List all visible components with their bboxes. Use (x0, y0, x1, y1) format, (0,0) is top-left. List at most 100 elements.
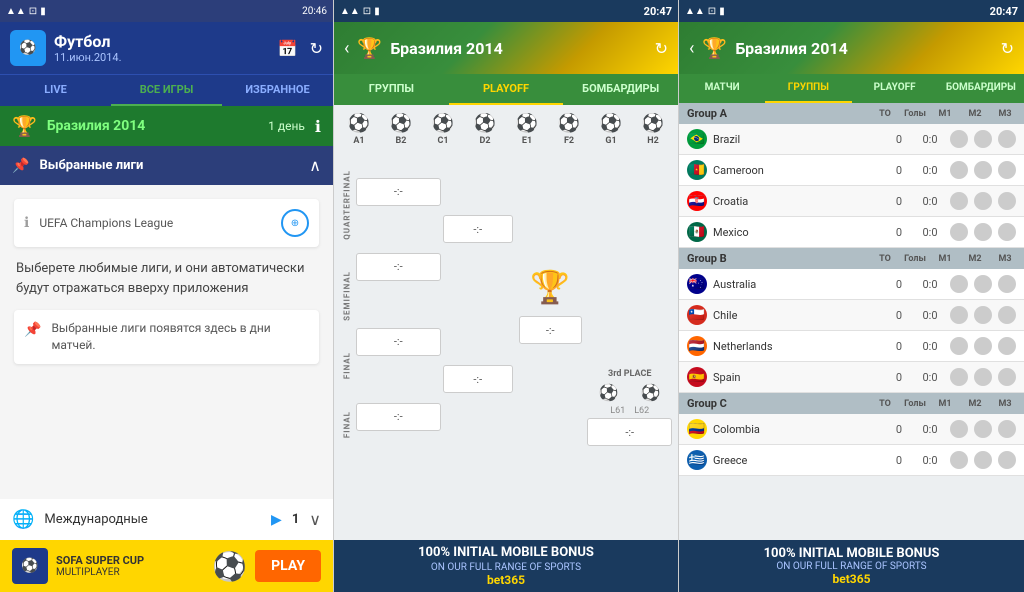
tab-all-games[interactable]: ВСЕ ИГРЫ (111, 75, 222, 106)
match-dot (950, 223, 968, 241)
panel3-ad-footer: 100% INITIAL MOBILE BONUS ON OUR FULL RA… (679, 540, 1024, 592)
seed-g1: ⚽ G1 (600, 113, 622, 146)
match-dot (950, 192, 968, 210)
wifi-icon-2: ⊡ (363, 6, 371, 17)
league-list-item[interactable]: ℹ UEFA Champions League ⊕ (14, 199, 319, 247)
refresh-icon[interactable]: ↻ (310, 39, 323, 58)
play-arrow-icon[interactable]: ▶ (271, 512, 282, 528)
match-dot (974, 275, 992, 293)
refresh-icon-2[interactable]: ↻ (655, 39, 668, 58)
panel-bracket: ▲▲ ⊡ ▮ 20:47 ‹ 🏆 Бразилия 2014 ↻ ГРУППЫ … (333, 0, 678, 592)
panel2-header: ‹ 🏆 Бразилия 2014 ↻ (334, 22, 678, 74)
match-dot (950, 161, 968, 179)
match-dot (974, 223, 992, 241)
tab-scorers-3[interactable]: БОМБАРДИРЫ (938, 74, 1024, 103)
match-dot (998, 161, 1016, 179)
tab-groups-3[interactable]: ГРУППЫ (765, 74, 851, 103)
qf-match-2: -:- (356, 253, 441, 281)
match-dot (950, 306, 968, 324)
match-dot (950, 275, 968, 293)
tab-playoff-3[interactable]: PLAYOFF (852, 74, 938, 103)
tab-favorites[interactable]: ИЗБРАННОЕ (222, 75, 333, 106)
chevron-down-icon[interactable]: ∨ (309, 510, 321, 529)
globe-icon: 🌐 (12, 509, 34, 530)
info-icon[interactable]: ℹ (315, 117, 321, 136)
footer-line2: MULTIPLAYER (56, 567, 204, 578)
info-circle-icon: ℹ (24, 215, 29, 231)
qf-match-4: -:- (356, 403, 441, 431)
battery-icon: ▮ (40, 6, 46, 17)
panel-home: ▲▲ ⊡ ▮ 20:46 ⚽ Футбол 11.июн.2014. 📅 ↻ L… (0, 0, 333, 592)
tip-pin-icon: 📌 (24, 320, 41, 338)
tab-playoff[interactable]: PLAYOFF (449, 74, 564, 105)
match-dot (974, 337, 992, 355)
match-dot (950, 130, 968, 148)
tab-scorers[interactable]: БОМБАРДИРЫ (563, 74, 678, 105)
league-day: 1 день (268, 119, 305, 133)
table-row: 🇳🇱 Netherlands 0 0:0 (679, 331, 1024, 362)
tip-text: Выбранные лиги появятся здесь в дни матч… (51, 320, 309, 354)
league-name: Бразилия 2014 (47, 118, 254, 134)
stage-final2: FINAL (340, 411, 354, 438)
bracket-area: ⚽ A1 ⚽ B2 ⚽ C1 ⚽ D2 ⚽ E1 ⚽ F2 (334, 105, 678, 540)
match-dot (998, 451, 1016, 469)
match-dot (974, 451, 992, 469)
loser-ball-1: ⚽ (599, 383, 619, 402)
international-label: Международные (44, 512, 261, 527)
table-row: 🇦🇺 Australia 0 0:0 (679, 269, 1024, 300)
seed-a1: ⚽ A1 (348, 113, 370, 146)
signal-icon-3: ▲▲ (685, 6, 705, 17)
ad-line2: ON OUR FULL RANGE OF SPORTS (418, 562, 594, 573)
ad-line1: 100% INITIAL MOBILE BONUS (418, 545, 594, 562)
table-row: 🇪🇸 Spain 0 0:0 (679, 362, 1024, 393)
chevron-up-icon[interactable]: ∧ (309, 156, 321, 175)
refresh-icon-3[interactable]: ↻ (1001, 39, 1014, 58)
flag-chile: 🇨🇱 (687, 305, 707, 325)
soccer-ball-icon: ⚽ (212, 550, 247, 583)
tab-live[interactable]: LIVE (0, 75, 111, 106)
league-item-action[interactable]: ⊕ (281, 209, 309, 237)
calendar-icon[interactable]: 📅 (278, 39, 298, 58)
app-subtitle: 11.июн.2014. (54, 51, 270, 64)
international-row[interactable]: 🌐 Международные ▶ 1 ∨ (0, 499, 333, 540)
panel2-tabs: ГРУППЫ PLAYOFF БОМБАРДИРЫ (334, 74, 678, 105)
panel3-header: ‹ 🏆 Бразилия 2014 ↻ (679, 22, 1024, 74)
flag-australia: 🇦🇺 (687, 274, 707, 294)
international-count: 1 (292, 512, 299, 527)
match-dot (998, 130, 1016, 148)
world-cup-trophy: 🏆 (530, 268, 570, 306)
play-button[interactable]: PLAY (255, 550, 321, 582)
statusbar-2: ▲▲ ⊡ ▮ 20:47 (334, 0, 678, 22)
sf-match-2: -:- (443, 365, 513, 393)
back-icon-3[interactable]: ‹ (689, 38, 694, 59)
main-content: ℹ UEFA Champions League ⊕ Выберете любим… (0, 185, 333, 499)
footer-line1: SOFA SUPER CUP (56, 554, 204, 567)
seed-f2: ⚽ F2 (558, 113, 580, 146)
main-tabs: LIVE ВСЕ ИГРЫ ИЗБРАННОЕ (0, 74, 333, 106)
flag-spain: 🇪🇸 (687, 367, 707, 387)
footer-banner: ⚽ SOFA SUPER CUP MULTIPLAYER ⚽ PLAY (0, 540, 333, 592)
trophy-icon-2: 🏆 (357, 36, 382, 60)
match-dot (974, 161, 992, 179)
panel3-title: Бразилия 2014 (735, 39, 992, 58)
tab-groups[interactable]: ГРУППЫ (334, 74, 449, 105)
sf-match-1: -:- (443, 215, 513, 243)
match-dot (998, 192, 1016, 210)
table-row: 🇨🇲 Cameroon 0 0:0 (679, 155, 1024, 186)
statusbar-1: ▲▲ ⊡ ▮ 20:46 (0, 0, 333, 22)
table-row: 🇧🇷 Brazil 0 0:0 (679, 124, 1024, 155)
match-dot (998, 275, 1016, 293)
tab-matches[interactable]: МАТЧИ (679, 74, 765, 103)
trophy-icon-3: 🏆 (702, 36, 727, 60)
ad-line1-3: 100% INITIAL MOBILE BONUS (764, 546, 940, 561)
match-dot (998, 337, 1016, 355)
table-row: 🇨🇱 Chile 0 0:0 (679, 300, 1024, 331)
app-title: Футбол (54, 32, 270, 51)
bracket-sf: -:- -:- (443, 154, 513, 454)
panel3-tabs: МАТЧИ ГРУППЫ PLAYOFF БОМБАРДИРЫ (679, 74, 1024, 103)
signal-icon: ▲▲ (6, 6, 26, 17)
back-icon[interactable]: ‹ (344, 38, 349, 59)
wifi-icon: ⊡ (29, 6, 37, 17)
flag-cameroon: 🇨🇲 (687, 160, 707, 180)
trophy-icon: 🏆 (12, 114, 37, 138)
